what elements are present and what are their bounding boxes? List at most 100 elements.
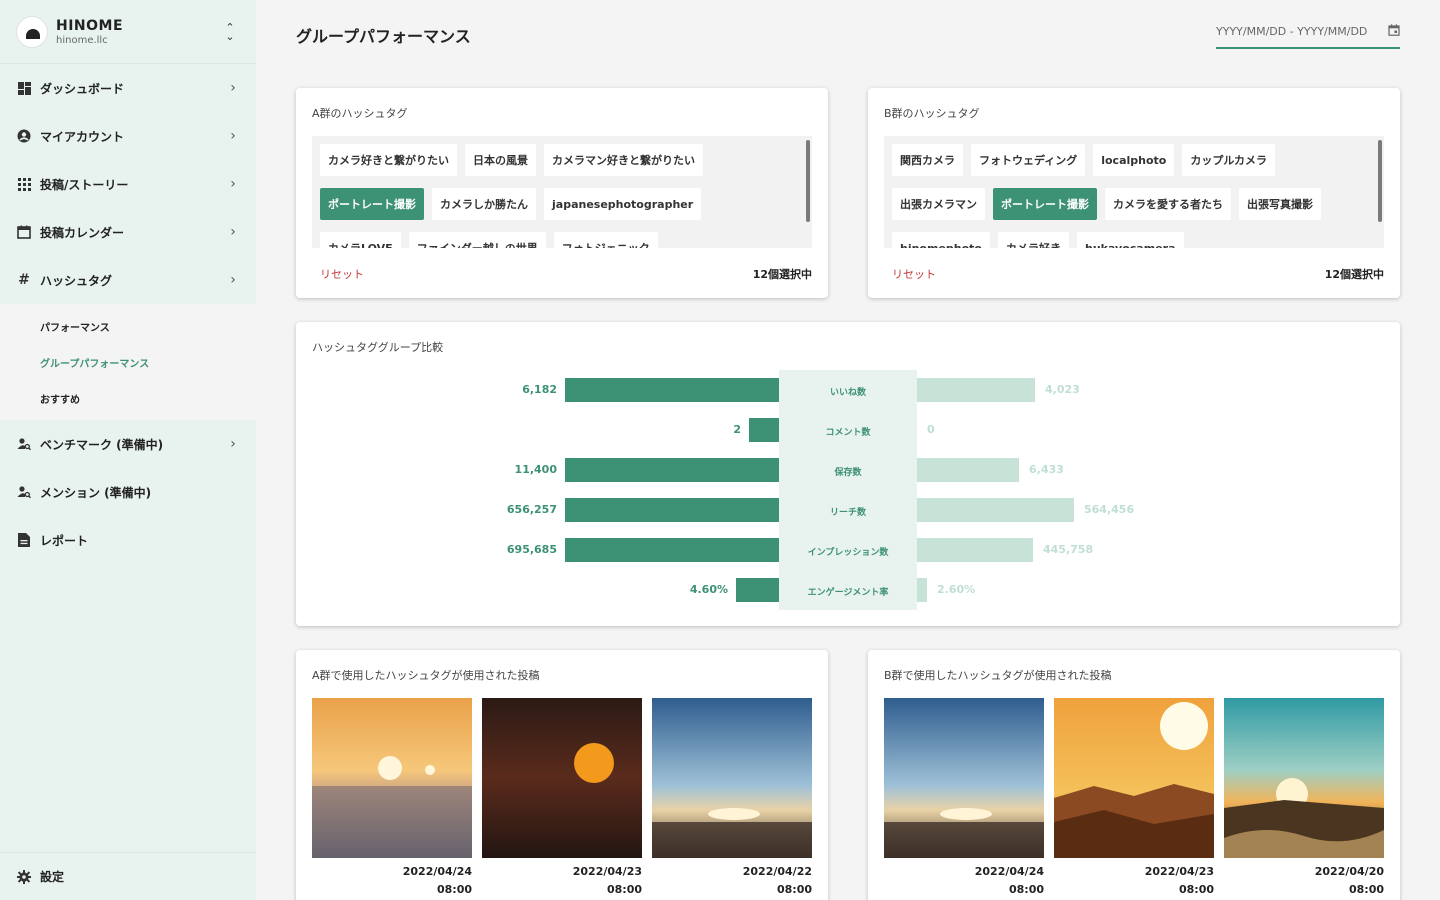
value-group-a: 6,182	[522, 383, 557, 396]
hashtag-chip[interactable]: ポートレート撮影	[993, 188, 1097, 220]
value-group-b: 0	[927, 423, 935, 436]
group-a-card: A群のハッシュタグ カメラ好きと繋がりたい 日本の風景 カメラマン好きと繋がりたいポ…	[296, 88, 828, 298]
dashboard-icon	[16, 80, 32, 96]
value-group-b: 2.60%	[937, 583, 976, 596]
hashtag-chip[interactable]: カメラマン好きと繋がりたい	[544, 144, 703, 176]
hashtag-chip[interactable]: ファインダー越しの世界	[408, 232, 546, 248]
sidebar-item-report[interactable]: レポート	[0, 516, 256, 564]
metric-label: エンゲージメント率	[807, 588, 889, 598]
hashtag-chip[interactable]: ポートレート撮影	[320, 188, 424, 220]
person-search-icon	[16, 484, 32, 500]
hashtag-chip[interactable]: カメラLOVE	[320, 232, 401, 248]
post-card[interactable]: 2022/04/23 08:00	[1054, 698, 1214, 899]
hashtag-chip[interactable]: カメラしか勝たん	[432, 188, 536, 220]
post-time: 08:00	[1348, 883, 1384, 896]
brand-name: HINOME	[56, 17, 124, 34]
chevron-right-icon: ›	[230, 80, 236, 96]
subnav-item-performance[interactable]: パフォーマンス	[0, 308, 256, 344]
unfold-icon[interactable]: ⌃ ⌄	[220, 22, 240, 42]
subnav-item-group-performance[interactable]: グループパフォーマンス	[0, 344, 256, 380]
posts-b-card: B群で使用したハッシュタグが使用された投稿 2022/04/24 08:00 202…	[868, 650, 1400, 900]
post-time: 08:00	[606, 883, 642, 896]
posts-a-title: A群で使用したハッシュタグが使用された投稿	[312, 669, 540, 682]
value-group-a: 2	[733, 423, 741, 436]
group-b-card: B群のハッシュタグ 関西カメラ フォトウェディング localphoto カップルカメ…	[868, 88, 1400, 298]
post-card[interactable]: 2022/04/22 08:00	[652, 698, 812, 899]
post-thumbnail[interactable]	[652, 698, 812, 858]
sidebar-item-label: ダッシュボード	[40, 81, 125, 96]
hashtag-chip[interactable]: hinomephoto	[892, 232, 990, 248]
hashtag-chip[interactable]: カメラ好きと繋がりたい	[320, 144, 457, 176]
subnav-item-recommended[interactable]: おすすめ	[0, 380, 256, 416]
reset-button[interactable]: リセット	[892, 266, 936, 282]
hashtag-chip[interactable]: 関西カメラ	[892, 144, 963, 176]
post-date: 2022/04/24	[402, 865, 472, 878]
post-card[interactable]: 2022/04/20 08:00	[1224, 698, 1384, 899]
posts-b-title: B群で使用したハッシュタグが使用された投稿	[884, 669, 1112, 682]
hashtag-chip[interactable]: 出張写真撮影	[1239, 188, 1321, 220]
gear-icon	[16, 869, 32, 885]
comparison-row: 4.60% 2.60% エンゲージメント率	[296, 570, 1400, 610]
hashtag-chip[interactable]: localphoto	[1093, 144, 1175, 176]
sidebar-item-hashtag[interactable]: # ハッシュタグ ›	[0, 256, 256, 304]
brand-domain: hinome.llc	[56, 34, 108, 46]
hashtag-chip[interactable]: hukayocamera	[1077, 232, 1184, 248]
post-datetime: 2022/04/23 08:00	[1054, 863, 1214, 899]
hashtag-chip[interactable]: フォトジェニック	[553, 232, 658, 248]
scrollbar[interactable]	[806, 140, 810, 222]
chevron-right-icon: ›	[230, 224, 236, 240]
value-group-b: 564,456	[1084, 503, 1135, 516]
post-thumbnail[interactable]	[884, 698, 1044, 858]
post-date: 2022/04/23	[1144, 865, 1214, 878]
sidebar-item-my-account[interactable]: マイアカウント ›	[0, 112, 256, 160]
hashtag-chip[interactable]: カメラ好き	[998, 232, 1069, 248]
post-thumbnail[interactable]	[1054, 698, 1214, 858]
scrollbar[interactable]	[1378, 140, 1382, 222]
workspace-switcher[interactable]: HINOME hinome.llc ⌃ ⌄	[0, 0, 256, 64]
post-card[interactable]: 2022/04/24 08:00	[884, 698, 1044, 899]
main-content: グループパフォーマンス YYYY/MM/DD - YYYY/MM/DD A群のハ…	[256, 0, 1440, 900]
reset-button[interactable]: リセット	[320, 266, 364, 282]
comparison-row: 695,685 445,758 インプレッション数	[296, 530, 1400, 570]
group-b-title: B群のハッシュタグ	[884, 107, 980, 120]
value-group-b: 4,023	[1045, 383, 1080, 396]
hashtag-chip[interactable]: カップルカメラ	[1182, 144, 1276, 176]
settings-label: 設定	[40, 870, 65, 884]
hashtag-chip[interactable]: 日本の風景	[465, 144, 536, 176]
calendar-icon[interactable]	[1388, 20, 1400, 39]
comparison-title: ハッシュタググループ比較	[312, 341, 444, 354]
selected-count: 12個選択中	[752, 268, 812, 281]
tag-list: 関西カメラ フォトウェディング localphoto カップルカメラ出張カメラマン ポー…	[884, 136, 1368, 248]
post-thumbnail[interactable]	[482, 698, 642, 858]
sidebar-item-post-calendar[interactable]: 投稿カレンダー ›	[0, 208, 256, 256]
group-b-tag-list[interactable]: 関西カメラ フォトウェディング localphoto カップルカメラ出張カメラマン ポー…	[884, 136, 1384, 248]
date-range-input[interactable]: YYYY/MM/DD - YYYY/MM/DD	[1216, 20, 1400, 49]
group-a-tag-list[interactable]: カメラ好きと繋がりたい 日本の風景 カメラマン好きと繋がりたい ポートレート撮影 カメラ…	[312, 136, 812, 248]
post-thumbnail[interactable]	[1224, 698, 1384, 858]
sidebar-item-dashboard[interactable]: ダッシュボード ›	[0, 64, 256, 112]
sidebar-item-label: ベンチマーク (準備中)	[40, 437, 164, 452]
sidebar-item-mention[interactable]: メンション (準備中)	[0, 468, 256, 516]
bar-group-b	[917, 458, 1019, 482]
post-card[interactable]: 2022/04/24 08:00	[312, 698, 472, 899]
comparison-card: ハッシュタググループ比較 6,182 4,023 いいね数 2 0 コメント数 11,400…	[296, 322, 1400, 626]
hashtag-chip[interactable]: japanesephotographer	[544, 188, 702, 220]
sidebar-item-label: レポート	[40, 533, 89, 548]
hashtag-chip[interactable]: フォトウェディング	[971, 144, 1086, 176]
sidebar-item-posts-stories[interactable]: 投稿/ストーリー ›	[0, 160, 256, 208]
brand-text: HINOME hinome.llc	[56, 18, 220, 46]
post-datetime: 2022/04/22 08:00	[652, 863, 812, 899]
metric-label: リーチ数	[829, 508, 866, 518]
post-card[interactable]: 2022/04/23 08:00	[482, 698, 642, 899]
sidebar-item-settings[interactable]: 設定	[0, 852, 256, 900]
value-group-a: 656,257	[506, 503, 557, 516]
hashtag-chip[interactable]: カメラを愛する者たち	[1105, 188, 1231, 220]
post-thumbnail[interactable]	[312, 698, 472, 858]
page-title: グループパフォーマンス	[296, 27, 471, 46]
post-date: 2022/04/24	[974, 865, 1044, 878]
hashtag-chip[interactable]: 出張カメラマン	[892, 188, 985, 220]
value-group-b: 445,758	[1043, 543, 1094, 556]
sidebar-item-benchmark[interactable]: ベンチマーク (準備中) ›	[0, 420, 256, 468]
comparison-row: 6,182 4,023 いいね数	[296, 370, 1400, 410]
chevron-right-icon: ›	[230, 272, 236, 288]
